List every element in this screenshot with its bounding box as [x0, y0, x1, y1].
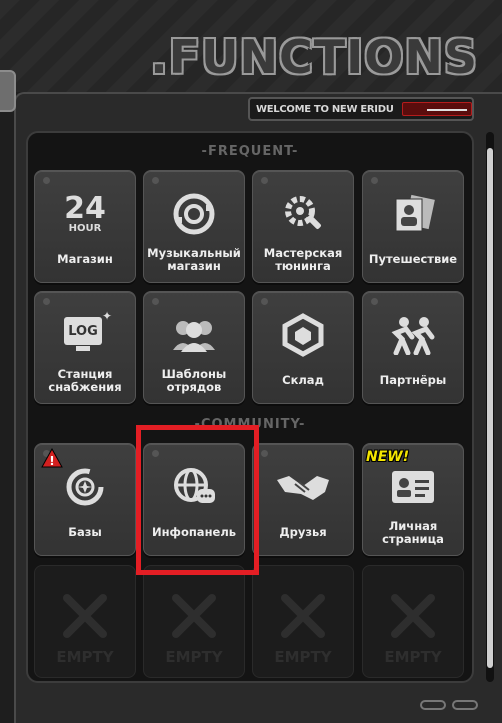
tile-label: Партнёры	[379, 373, 447, 387]
24-hour-icon: 24 HOUR	[64, 191, 106, 234]
tile-label: Музыкальный магазин	[147, 245, 241, 273]
status-dot	[261, 450, 268, 457]
side-tab[interactable]	[0, 70, 16, 112]
tile-label: EMPTY	[384, 648, 442, 666]
footer-indicator	[420, 700, 446, 710]
section-title-frequent: -FREQUENT-	[201, 144, 299, 159]
status-dot	[43, 298, 50, 305]
tile-label: EMPTY	[56, 648, 114, 666]
photo-icon	[363, 185, 463, 243]
status-dot	[152, 298, 159, 305]
tile-label: EMPTY	[165, 648, 223, 666]
tile-label: Шаблоны отрядов	[161, 366, 227, 394]
wrench-gear-icon	[253, 185, 353, 243]
id-card-icon	[363, 458, 463, 516]
tile-travel[interactable]: Путешествие	[362, 170, 464, 283]
tile-label: Магазин	[57, 252, 113, 266]
tile-empty: EMPTY	[143, 565, 245, 678]
vinyl-record-icon	[144, 185, 244, 243]
scrollbar-thumb[interactable]	[487, 148, 493, 668]
tile-label: Путешествие	[368, 252, 458, 266]
running-people-icon	[363, 306, 463, 364]
page-title: .FUNCTIONS	[150, 30, 478, 84]
tile-tuning[interactable]: Мастерская тюнинга	[252, 170, 354, 283]
tile-label: EMPTY	[274, 648, 332, 666]
status-dot	[371, 177, 378, 184]
x-icon	[363, 586, 463, 646]
tile-label: Личная страница	[382, 518, 444, 546]
x-icon	[144, 586, 244, 646]
tile-music-shop[interactable]: Музыкальный магазин	[143, 170, 245, 283]
tile-empty: EMPTY	[362, 565, 464, 678]
new-badge: NEW!	[366, 449, 410, 465]
tile-shops[interactable]: 24 HOUR Магазин	[34, 170, 136, 283]
footer-indicator	[452, 700, 478, 710]
x-icon	[35, 586, 135, 646]
tile-label: Базы	[68, 525, 102, 539]
tile-warehouse[interactable]: Склад	[252, 291, 354, 404]
top-bar: .FUNCTIONS	[0, 0, 502, 92]
tile-label: Мастерская тюнинга	[263, 245, 343, 273]
status-dot	[371, 298, 378, 305]
highlight-box	[136, 425, 259, 575]
tile-label: Друзья	[279, 525, 327, 539]
status-dot	[261, 298, 268, 305]
svg-text:!: !	[49, 454, 54, 468]
log-screen-icon: LOG ✦	[35, 306, 135, 364]
x-icon	[253, 586, 353, 646]
tile-supply-station[interactable]: LOG ✦ Станция снабжения	[34, 291, 136, 404]
status-dot	[43, 177, 50, 184]
tile-empty: EMPTY	[34, 565, 136, 678]
tile-empty: EMPTY	[252, 565, 354, 678]
welcome-text: WELCOME TO NEW ERIDU	[256, 103, 394, 115]
hexagon-box-icon	[253, 306, 353, 364]
status-dot	[261, 177, 268, 184]
tile-label: Станция снабжения	[48, 366, 122, 394]
tile-friends[interactable]: Друзья	[252, 443, 354, 556]
status-dot	[152, 177, 159, 184]
tile-label: Склад	[282, 373, 324, 387]
tile-partners[interactable]: Партнёры	[362, 291, 464, 404]
warning-icon: !	[41, 447, 63, 472]
group-icon	[144, 306, 244, 364]
tile-squad-templates[interactable]: Шаблоны отрядов	[143, 291, 245, 404]
arrow-icon	[401, 102, 472, 116]
handshake-icon	[253, 458, 353, 516]
welcome-banner: WELCOME TO NEW ERIDU	[248, 97, 474, 121]
